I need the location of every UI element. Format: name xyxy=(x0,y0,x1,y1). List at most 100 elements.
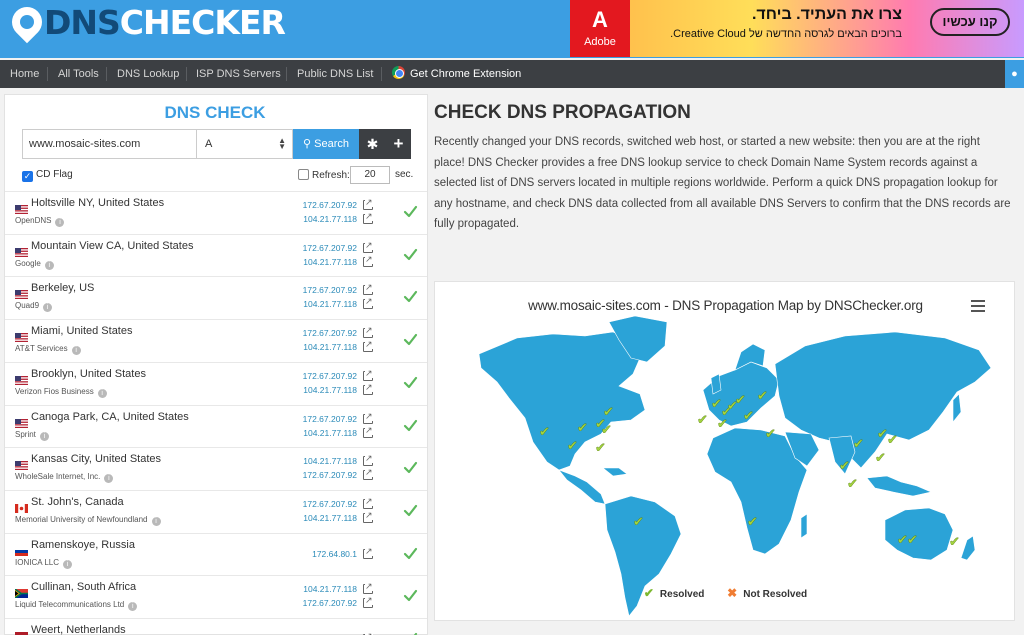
legend-not-resolved[interactable]: ✖ Not Resolved xyxy=(727,586,807,600)
flag-us-icon xyxy=(15,372,28,385)
info-icon[interactable]: i xyxy=(128,602,138,612)
external-link-icon[interactable] xyxy=(363,325,373,339)
resolved-marker: ✔ xyxy=(853,437,864,452)
nav-all-tools[interactable]: All Tools xyxy=(58,60,99,88)
hostname-input[interactable] xyxy=(22,129,197,159)
map-legend: ✔ Resolved ✖ Not Resolved xyxy=(435,586,1016,600)
resolved-ip: 172.67.207.92 xyxy=(302,328,357,339)
info-icon[interactable]: i xyxy=(151,516,161,526)
server-provider: Sprint i xyxy=(15,430,49,441)
server-location: Mountain View CA, United States xyxy=(31,239,194,252)
external-link-icon[interactable] xyxy=(363,282,373,296)
resolved-ip: 104.21.77.118 xyxy=(303,512,357,523)
add-button[interactable]: + xyxy=(386,129,411,159)
server-row[interactable]: Mountain View CA, United States Google i 17… xyxy=(5,233,427,277)
external-link-icon[interactable] xyxy=(363,381,373,395)
nav-isp-dns-servers[interactable]: ISP DNS Servers xyxy=(196,60,281,88)
checkmark-icon xyxy=(403,462,418,474)
nav-divider xyxy=(286,67,287,81)
info-icon[interactable]: i xyxy=(39,431,49,441)
nav-divider xyxy=(106,67,107,81)
info-icon[interactable]: i xyxy=(104,474,114,484)
search-icon: ⚲ xyxy=(303,138,312,150)
info-icon[interactable]: i xyxy=(44,260,54,270)
legend-resolved-label: Resolved xyxy=(659,589,705,600)
external-link-icon[interactable] xyxy=(363,410,373,424)
external-link-icon[interactable] xyxy=(363,211,373,224)
server-row[interactable]: Holtsville NY, United States OpenDNS i 172.… xyxy=(5,191,427,234)
info-icon[interactable]: i xyxy=(71,346,81,356)
server-provider-name: WholeSale Internet, Inc. xyxy=(15,472,101,482)
external-link-icon[interactable] xyxy=(363,339,373,353)
server-row[interactable]: Cullinan, South Africa Liquid Telecommuni… xyxy=(5,575,427,618)
nav-home[interactable]: Home xyxy=(10,60,39,88)
server-row[interactable]: Weert, Netherlands104.21.77.118 xyxy=(5,618,427,635)
madagascar xyxy=(800,513,808,539)
location-pin-icon[interactable]: ● xyxy=(1005,60,1024,88)
external-link-icon[interactable] xyxy=(363,495,373,509)
cross-icon: ✖ xyxy=(727,586,738,600)
cd-flag-option[interactable]: ✓ CD Flag xyxy=(22,169,73,182)
checkmark-icon xyxy=(403,248,418,260)
legend-resolved[interactable]: ✔ Resolved xyxy=(644,586,705,600)
record-type-value: A xyxy=(205,138,213,150)
nav-public-dns-list[interactable]: Public DNS List xyxy=(297,60,373,88)
external-link-icon[interactable] xyxy=(363,239,373,253)
southeast-asia-islands xyxy=(866,475,932,497)
advertisement-banner[interactable]: A Adobe צרו את העתיד. ביחד. ברוכים הבאים … xyxy=(570,0,1024,57)
external-link-icon[interactable] xyxy=(363,467,373,481)
resolved-ip: 172.67.207.92 xyxy=(302,285,357,296)
server-row[interactable]: Ramenskoye, Russia IONICA LLC i 172.64.80.1 xyxy=(5,532,427,576)
server-provider-name: Liquid Telecommunications Ltd xyxy=(15,600,125,610)
server-row[interactable]: Berkeley, US Quad9i 172.67.207.92 104.21.77… xyxy=(5,276,427,319)
resolved-ip: 104.21.77.118 xyxy=(303,342,357,353)
external-link-icon[interactable] xyxy=(363,197,373,210)
resolved-ip: 104.21.77.118 xyxy=(303,299,357,310)
ad-headline: צרו את העתיד. ביחד. xyxy=(751,6,902,23)
nav-chrome-extension[interactable]: Get Chrome Extension xyxy=(392,60,521,88)
nav-dns-lookup[interactable]: DNS Lookup xyxy=(117,60,179,88)
server-row[interactable]: St. John's, Canada Memorial University of… xyxy=(5,489,427,533)
settings-button[interactable]: ✱ xyxy=(359,129,386,159)
external-link-icon[interactable] xyxy=(363,595,373,609)
resolved-marker: ✔ xyxy=(567,439,578,454)
external-link-icon[interactable] xyxy=(363,581,373,595)
search-button-label: Search xyxy=(314,138,349,150)
refresh-unit-label: sec. xyxy=(395,169,414,180)
external-link-icon[interactable] xyxy=(363,453,373,467)
propagation-map-panel: ✔ ✔ ✔ ✔ ✔ ✔ ✔ ✔ ✔ ✔ ✔ ✔ ✔ ✔ ✔ ✔ ✔ ✔ ✔ ✔ … xyxy=(434,281,1015,621)
resolved-marker: ✔ xyxy=(603,405,614,420)
page-description: Recently changed your DNS records, switc… xyxy=(434,136,1011,230)
logo-text-dns: DNS xyxy=(44,2,121,42)
external-link-icon[interactable] xyxy=(363,253,373,267)
external-link-icon[interactable] xyxy=(363,424,373,438)
record-type-select[interactable]: A ▲ ▼ xyxy=(196,129,293,159)
server-row[interactable]: Brooklyn, United States Verizon Fios Busi… xyxy=(5,361,427,405)
ad-buy-button[interactable]: קנו עכשיו xyxy=(930,8,1010,36)
external-link-icon[interactable] xyxy=(363,509,373,523)
external-link-icon[interactable] xyxy=(363,545,373,559)
central-america xyxy=(558,469,606,505)
resolved-ip: 172.67.207.92 xyxy=(302,370,357,381)
site-logo[interactable]: DNS CHECKER xyxy=(5,0,286,44)
resolved-marker: ✔ xyxy=(757,389,768,404)
refresh-checkbox[interactable] xyxy=(298,169,309,180)
server-provider-name: Memorial University of Newfoundland xyxy=(15,514,148,524)
menu-icon[interactable] xyxy=(971,300,985,312)
checkmark-icon: ✔ xyxy=(643,586,654,600)
cd-flag-checkbox[interactable]: ✓ xyxy=(22,171,33,182)
info-icon[interactable]: i xyxy=(63,559,73,569)
server-row[interactable]: Canoga Park, CA, United States Sprint i 172… xyxy=(5,404,427,448)
refresh-option[interactable]: Refresh: xyxy=(298,169,350,181)
info-icon[interactable]: i xyxy=(43,303,53,313)
checkmark-icon xyxy=(403,333,418,346)
info-icon[interactable]: i xyxy=(55,218,65,227)
server-row[interactable]: Miami, United States AT&T Services i 172.67… xyxy=(5,319,427,362)
server-row[interactable]: Kansas City, United States WholeSale Inte… xyxy=(5,447,427,490)
refresh-seconds-input[interactable]: 20 xyxy=(350,166,390,184)
info-icon[interactable]: i xyxy=(97,388,107,398)
flag-ca-icon xyxy=(15,500,28,513)
search-button[interactable]: ⚲ Search xyxy=(293,129,359,159)
external-link-icon[interactable] xyxy=(363,367,373,381)
external-link-icon[interactable] xyxy=(363,296,373,310)
